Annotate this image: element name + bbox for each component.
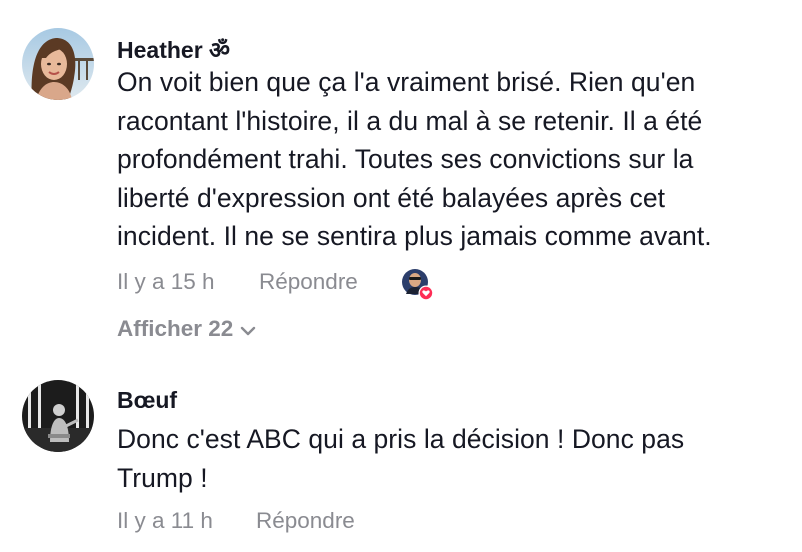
avatar[interactable] (22, 380, 94, 452)
comment-text: Donc c'est ABC qui a pris la décision ! … (117, 420, 789, 497)
comment-text-line: On voit bien que ça l'a vraiment brisé. … (117, 67, 696, 97)
reply-button[interactable]: Répondre (259, 269, 358, 295)
reply-button[interactable]: Répondre (256, 508, 355, 534)
comment-text-line: Donc c'est ABC qui a pris la décision ! … (117, 424, 685, 454)
comment-text: On voit bien que ça l'a vraiment brisé. … (117, 63, 789, 256)
creator-avatar-heart-icon (401, 268, 434, 301)
avatar[interactable] (22, 28, 94, 100)
comment-item: Bœuf Donc c'est ABC qui a pris la décisi… (0, 360, 802, 552)
comment-timestamp: Il y a 15 h (117, 269, 215, 294)
comment-text-line: incident. Il ne se sentira plus jamais c… (117, 221, 712, 251)
comment-author[interactable]: Heather ॐ (117, 33, 230, 65)
comment-item: Heather ॐ On voit bien que ça l'a vraime… (0, 0, 802, 360)
view-replies-button[interactable]: Afficher 22 (117, 316, 257, 343)
comment-text-line: liberté d'expression ont été balayées ap… (117, 182, 666, 213)
comment-text-line: Trump ! (117, 462, 208, 493)
chevron-down-icon (239, 317, 257, 343)
comment-text-line: racontant l'histoire, il a du mal à se r… (117, 105, 703, 136)
comment-text-line: profondément trahi. Toutes ses convictio… (117, 144, 694, 174)
comment-timestamp: Il y a 11 h (117, 508, 213, 533)
view-replies-label: Afficher 22 (117, 316, 234, 341)
comment-author[interactable]: Bœuf (117, 387, 177, 414)
